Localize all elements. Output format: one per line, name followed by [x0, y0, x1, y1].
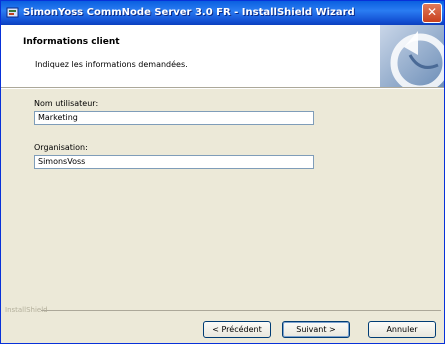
installshield-logo-icon [380, 25, 444, 87]
organization-field[interactable]: SimonsVoss [34, 155, 314, 169]
window-title: SimonYoss CommNode Server 3.0 FR - Insta… [23, 7, 355, 18]
footer-divider [41, 310, 441, 311]
username-label: Nom utilisateur: [34, 99, 99, 108]
title-bar[interactable]: SimonYoss CommNode Server 3.0 FR - Insta… [1, 1, 444, 25]
installer-window: SimonYoss CommNode Server 3.0 FR - Insta… [0, 0, 445, 344]
next-button[interactable]: Suivant > [282, 321, 350, 338]
close-button[interactable]: ✕ [422, 3, 442, 23]
page-subtitle: Indiquez les informations demandées. [35, 60, 188, 69]
username-field[interactable]: Marketing [34, 111, 314, 125]
header-panel: Informations client Indiquez les informa… [1, 25, 444, 88]
organization-label: Organisation: [34, 143, 88, 152]
page-title: Informations client [23, 37, 120, 47]
cancel-button[interactable]: Annuler [368, 321, 436, 338]
installer-icon [6, 7, 19, 18]
header-divider [1, 88, 444, 89]
back-button[interactable]: < Précédent [203, 321, 271, 338]
